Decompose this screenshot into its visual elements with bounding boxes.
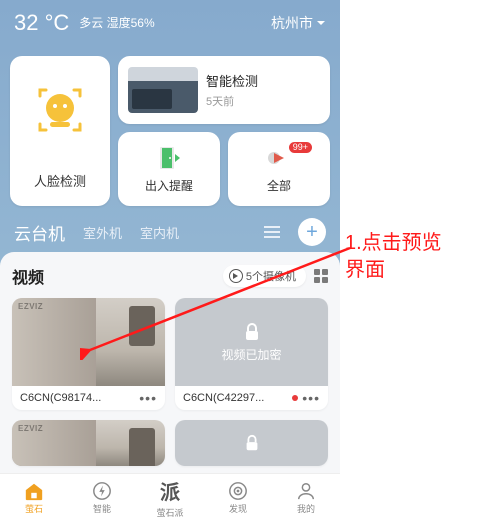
video-panel: 视频 5个摄像机 EZVIZ C6CN(C98174... •••	[0, 252, 340, 473]
smart-title: 智能检测	[206, 71, 258, 90]
inout-label: 出入提醒	[145, 177, 193, 194]
camera-card-1[interactable]: EZVIZ C6CN(C98174... •••	[12, 298, 165, 410]
nav-pai[interactable]: 派 萤石派	[136, 474, 204, 521]
temperature: 32 °C	[14, 10, 69, 36]
camera-card-3[interactable]: EZVIZ	[12, 420, 165, 466]
annotation-text: 1.点击预览 界面	[345, 230, 442, 284]
tab-ptz[interactable]: 云台机	[14, 220, 65, 245]
card-face-detect[interactable]: 人脸检测	[10, 56, 110, 206]
nav-pai-label: 萤石派	[156, 506, 183, 519]
camera-preview-4-encrypted[interactable]	[175, 420, 328, 466]
camera-preview-3[interactable]: EZVIZ	[12, 420, 165, 466]
smart-thumbnail	[128, 67, 198, 113]
camera-preview-1[interactable]: EZVIZ	[12, 298, 165, 386]
profile-icon	[295, 481, 317, 501]
panel-title: 视频	[12, 264, 44, 288]
tab-outdoor[interactable]: 室外机	[83, 223, 122, 242]
nav-home-label: 萤石	[25, 502, 43, 515]
chevron-down-icon	[316, 18, 326, 28]
card-all[interactable]: 99+ 全部	[228, 132, 330, 206]
home-icon	[23, 481, 45, 501]
recording-indicator	[292, 395, 298, 401]
app-screen: 32 °C 多云 湿度56% 杭州市 人脸检测	[0, 0, 340, 521]
lock-icon	[243, 434, 261, 452]
camera-name-1: C6CN(C98174...	[20, 392, 135, 404]
camera-card-4[interactable]	[175, 420, 328, 466]
brand-watermark: EZVIZ	[18, 424, 43, 433]
weather-bar: 32 °C 多云 湿度56% 杭州市	[0, 10, 340, 36]
camera-name-2: C6CN(C42297...	[183, 392, 288, 404]
all-label: 全部	[267, 177, 291, 194]
camera-more-1[interactable]: •••	[139, 395, 157, 402]
nav-smart-label: 智能	[93, 502, 111, 515]
feature-cards: 人脸检测 智能检测 5天前	[10, 56, 330, 206]
face-icon	[36, 86, 84, 134]
cards-right-col: 智能检测 5天前 出入提醒 99	[118, 56, 330, 206]
bolt-icon	[91, 481, 113, 501]
camera-count-pill[interactable]: 5个摄像机	[223, 265, 306, 287]
card-smart-detect[interactable]: 智能检测 5天前	[118, 56, 330, 124]
nav-home[interactable]: 萤石	[0, 474, 68, 521]
camera-count-label: 5个摄像机	[246, 268, 296, 284]
discover-icon	[227, 481, 249, 501]
section-tabs: 云台机 室外机 室内机 +	[0, 218, 340, 246]
city-selector[interactable]: 杭州市	[271, 13, 326, 33]
weather-desc: 多云 湿度56%	[79, 16, 154, 30]
annotation-line2: 界面	[345, 257, 442, 284]
bottom-nav: 萤石 智能 派 萤石派 发现 我的	[0, 473, 340, 521]
nav-smart[interactable]: 智能	[68, 474, 136, 521]
nav-mine[interactable]: 我的	[272, 474, 340, 521]
menu-icon[interactable]	[264, 226, 280, 238]
lock-icon	[242, 322, 262, 342]
camera-card-2[interactable]: 视频已加密 C6CN(C42297... •••	[175, 298, 328, 410]
city-label: 杭州市	[271, 13, 313, 33]
camera-grid: EZVIZ C6CN(C98174... ••• 视频已加密 C6CN(C422…	[12, 298, 328, 466]
camera-preview-2-encrypted[interactable]: 视频已加密	[175, 298, 328, 386]
camera-more-2[interactable]: •••	[302, 395, 320, 402]
brand-watermark: EZVIZ	[18, 302, 43, 311]
all-badge: 99+	[289, 142, 312, 153]
nav-mine-label: 我的	[297, 502, 315, 515]
pai-icon: 派	[160, 476, 180, 505]
tab-indoor[interactable]: 室内机	[140, 223, 179, 242]
nav-discover[interactable]: 发现	[204, 474, 272, 521]
layout-toggle-icon[interactable]	[314, 269, 328, 283]
door-icon	[156, 145, 182, 171]
card-face-label: 人脸检测	[34, 171, 86, 190]
smart-sub: 5天前	[206, 93, 258, 109]
encrypted-label: 视频已加密	[221, 346, 281, 363]
annotation-line1: 1.点击预览	[345, 230, 442, 257]
nav-discover-label: 发现	[229, 502, 247, 515]
card-inout-alert[interactable]: 出入提醒	[118, 132, 220, 206]
add-button[interactable]: +	[298, 218, 326, 246]
play-icon	[229, 269, 243, 283]
